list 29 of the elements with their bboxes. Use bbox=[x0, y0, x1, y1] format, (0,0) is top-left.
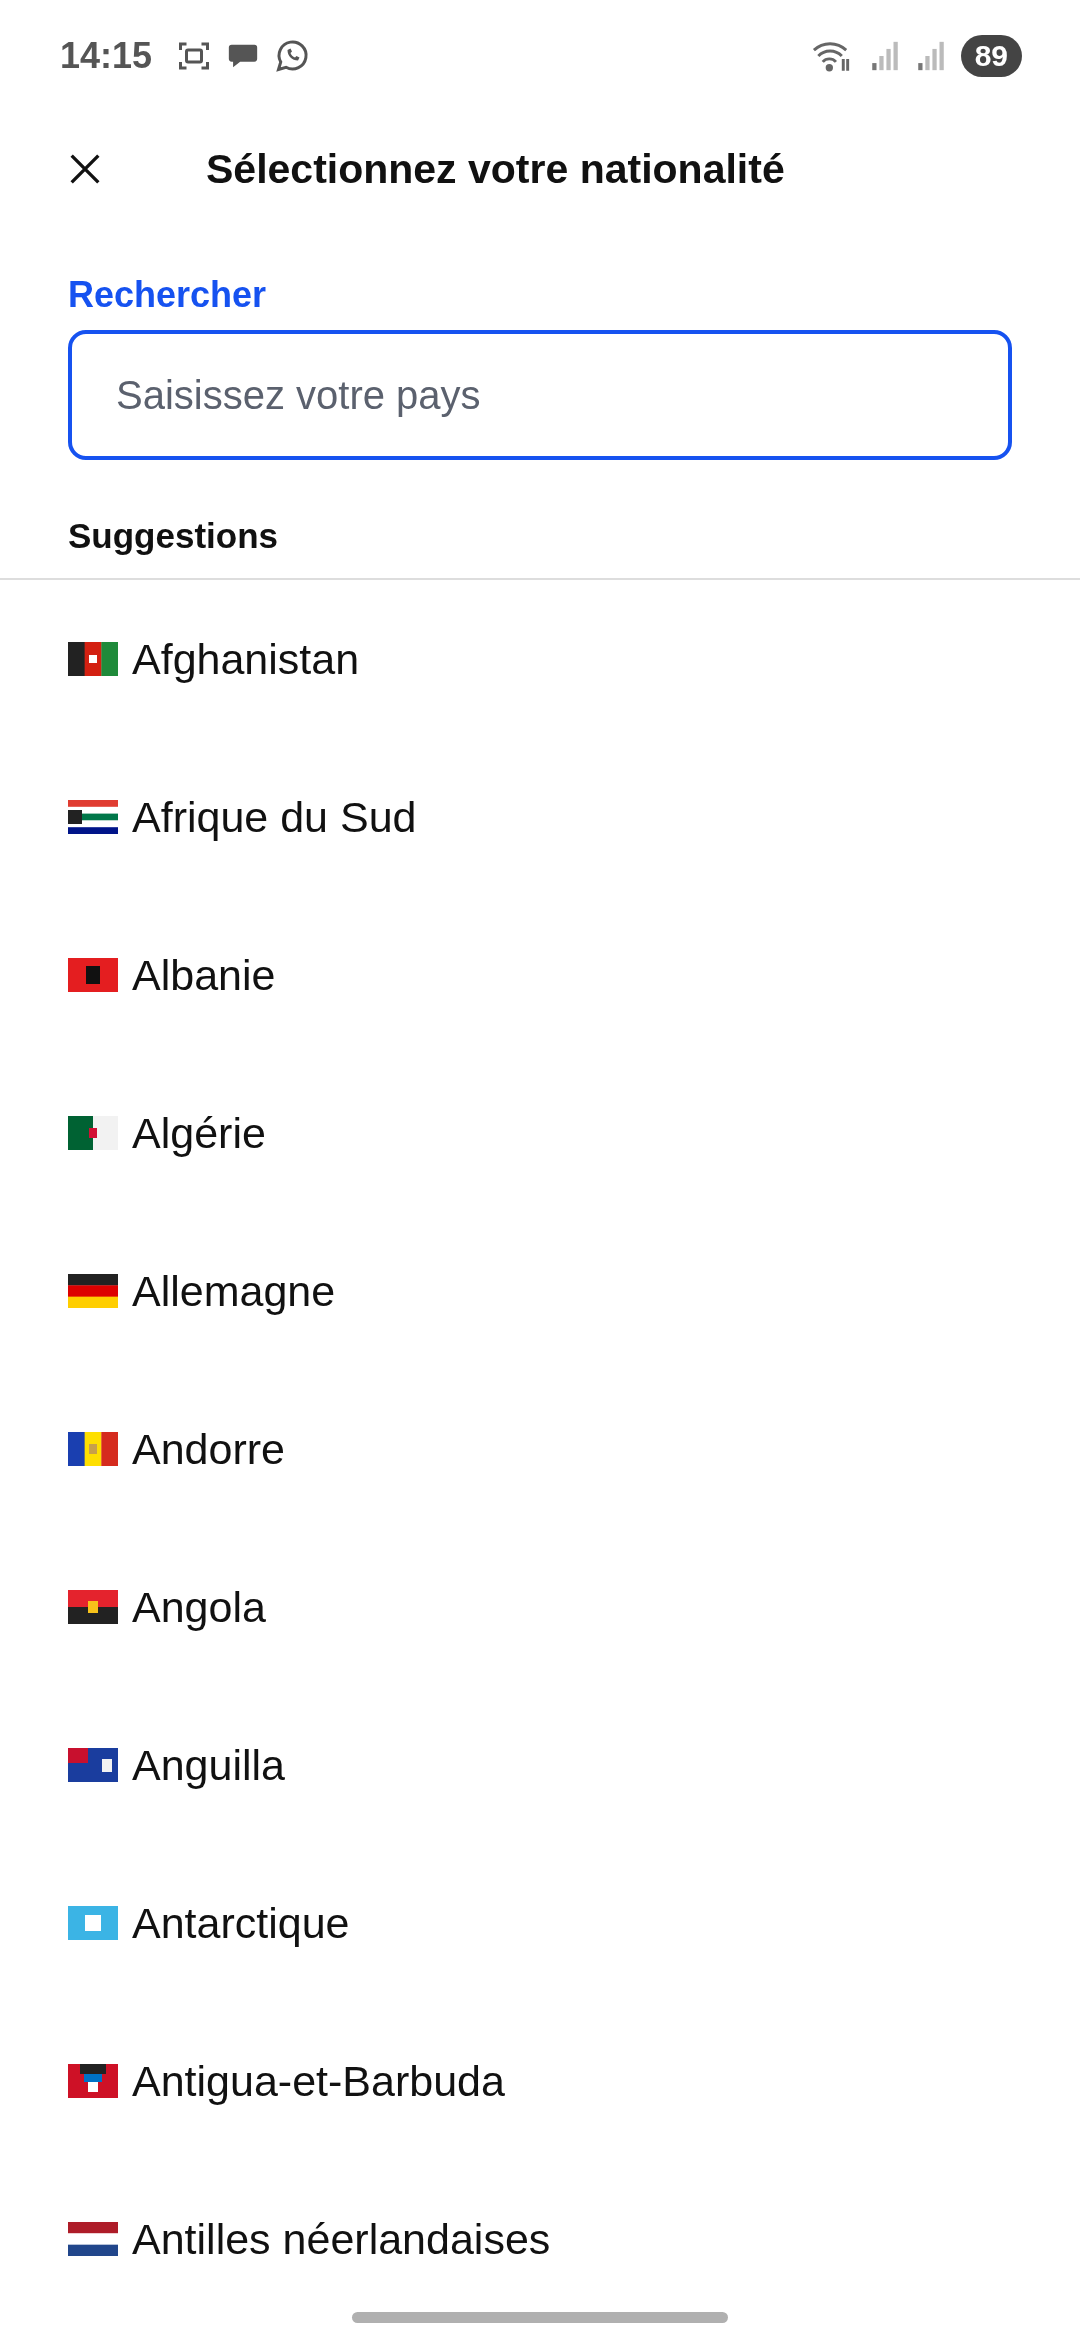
flag-icon bbox=[68, 1748, 118, 1782]
country-item[interactable]: Antilles néerlandaises bbox=[68, 2212, 551, 2340]
country-item[interactable]: Antarctique bbox=[68, 1896, 350, 2054]
flag-icon bbox=[68, 1432, 118, 1466]
country-item[interactable]: Andorre bbox=[68, 1422, 285, 1580]
flag-icon bbox=[68, 2222, 118, 2256]
section-title: Suggestions bbox=[68, 516, 279, 556]
country-item[interactable]: Afghanistan bbox=[68, 632, 360, 790]
flag-icon bbox=[68, 1274, 118, 1308]
flag-icon bbox=[68, 800, 118, 834]
flag-icon bbox=[68, 958, 118, 992]
flag-icon bbox=[68, 2064, 118, 2098]
country-item[interactable]: Anguilla bbox=[68, 1738, 285, 1896]
page-title: Sélectionnez votre nationalité bbox=[206, 145, 785, 193]
country-item[interactable]: Albanie bbox=[68, 948, 276, 1106]
country-item[interactable]: Allemagne bbox=[68, 1264, 336, 1422]
search-field[interactable]: Saisissez votre pays bbox=[68, 330, 1012, 460]
flag-icon bbox=[68, 1590, 118, 1624]
flag-icon bbox=[68, 1116, 118, 1150]
search-label: Rechercher bbox=[68, 274, 268, 316]
status-time: 14:15 bbox=[60, 35, 153, 77]
country-item[interactable]: Angola bbox=[68, 1580, 266, 1738]
battery-indicator: 89 bbox=[960, 35, 1022, 77]
country-item[interactable]: Afrique du Sud bbox=[68, 790, 417, 948]
country-item[interactable]: Algérie bbox=[68, 1106, 266, 1264]
flag-icon bbox=[68, 642, 118, 676]
country-item[interactable]: Antigua-et-Barbuda bbox=[68, 2054, 505, 2212]
flag-icon bbox=[68, 1906, 118, 1940]
chat-phone-icon bbox=[274, 38, 311, 74]
